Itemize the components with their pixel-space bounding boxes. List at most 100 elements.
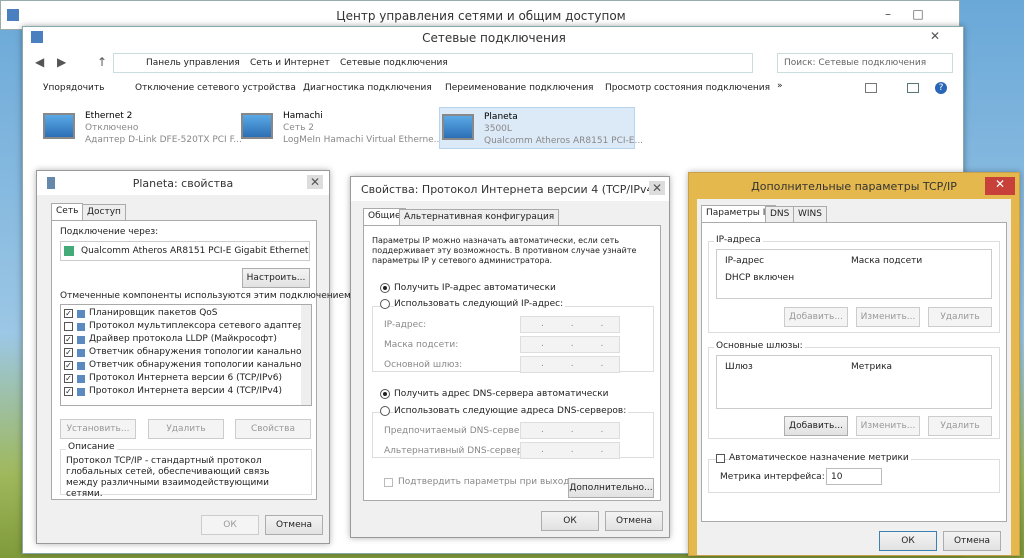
edit-ip-button[interactable]: Изменить...	[856, 307, 920, 327]
component-checkbox[interactable]: ✓	[64, 335, 73, 344]
tab-panel: Подключение через: Qualcomm Atheros AR81…	[51, 220, 354, 500]
close-icon[interactable]: ✕	[649, 181, 665, 195]
component-label: Протокол мультиплексора сетевого адаптер…	[89, 321, 312, 331]
edit-gateway-button[interactable]: Изменить...	[856, 416, 920, 436]
ok-button[interactable]: ОК	[201, 515, 259, 535]
ok-button[interactable]: ОК	[541, 511, 599, 531]
cancel-button[interactable]: Отмена	[943, 531, 1001, 551]
cancel-button[interactable]: Отмена	[605, 511, 663, 531]
add-ip-button[interactable]: Добавить...	[784, 307, 848, 327]
col-gateway: Шлюз	[725, 362, 753, 372]
preferred-dns-field[interactable]: . . .	[520, 422, 620, 439]
search-input[interactable]: Поиск: Сетевые подключения	[777, 53, 953, 73]
connect-via-label: Подключение через:	[60, 227, 159, 237]
more-button[interactable]: »	[777, 81, 783, 91]
add-gateway-button[interactable]: Добавить...	[784, 416, 848, 436]
gateway-field[interactable]: . . .	[520, 356, 620, 373]
ip-address-list[interactable]: IP-адрес Маска подсети DHCP включен	[716, 249, 992, 299]
component-label: Ответчик обнаружения топологии канальног…	[89, 360, 312, 370]
component-item[interactable]: ✓ Ответчик обнаружения топологии канально…	[61, 346, 311, 359]
connection-device: LogMeIn Hamachi Virtual Etherne...	[283, 135, 443, 145]
tab-panel: Параметры IP можно назначать автоматичес…	[363, 225, 661, 501]
components-list[interactable]: ✓ Планировщик пакетов QoS Протокол мультип…	[60, 304, 312, 406]
component-item[interactable]: ✓ Протокол Интернета версии 6 (TCP/IPv6)	[61, 372, 299, 385]
preview-pane-icon[interactable]	[907, 83, 919, 93]
status-button[interactable]: Просмотр состояния подключения	[605, 83, 770, 93]
close-icon[interactable]: ✕	[927, 29, 943, 43]
back-window-title: Центр управления сетями и общим доступом	[336, 9, 626, 23]
rename-button[interactable]: Переименование подключения	[445, 83, 593, 93]
properties-dialog: Planeta: свойства ✕ Сеть Доступ Подключе…	[36, 170, 354, 544]
component-checkbox[interactable]: ✓	[64, 374, 73, 383]
tab-wins[interactable]: WINS	[793, 206, 827, 222]
advanced-button[interactable]: Дополнительно...	[568, 478, 654, 498]
tab-network[interactable]: Сеть	[51, 203, 84, 221]
connection-item-selected[interactable]: Planeta 3500L Qualcomm Atheros AR8151 PC…	[439, 107, 643, 149]
component-label: Драйвер протокола LLDP (Майкрософт)	[89, 334, 277, 344]
forward-arrow-icon[interactable]: ▶	[57, 55, 66, 69]
component-icon	[77, 349, 85, 357]
connection-item[interactable]: Hamachi Сеть 2 LogMeIn Hamachi Virtual E…	[241, 109, 443, 149]
component-checkbox[interactable]: ✓	[64, 361, 73, 370]
alternate-dns-field[interactable]: . . .	[520, 442, 620, 459]
tab-dns[interactable]: DNS	[765, 206, 795, 222]
breadcrumb-network[interactable]: Сеть и Интернет	[250, 58, 330, 68]
dhcp-enabled-row[interactable]: DHCP включен	[725, 273, 794, 283]
install-button[interactable]: Установить...	[60, 419, 136, 439]
close-icon[interactable]: ✕	[307, 175, 323, 189]
col-metric: Метрика	[851, 362, 893, 372]
back-arrow-icon[interactable]: ◀	[35, 55, 44, 69]
preferred-dns-label: Предпочитаемый DNS-сервер:	[384, 426, 529, 436]
component-item[interactable]: ✓ Протокол Интернета версии 4 (TCP/IPv4)	[61, 385, 299, 398]
properties-button[interactable]: Свойства	[235, 419, 311, 439]
remove-ip-button[interactable]: Удалить	[928, 307, 992, 327]
tab-alternate[interactable]: Альтернативная конфигурация	[399, 209, 560, 225]
col-ip-address: IP-адрес	[725, 256, 765, 266]
disconnect-button[interactable]: Отключение сетевого устройства	[135, 83, 296, 93]
address-bar[interactable]: Панель управления Сеть и Интернет Сетевы…	[113, 53, 753, 73]
minimize-button[interactable]: –	[881, 7, 895, 21]
component-icon	[77, 375, 85, 383]
component-checkbox[interactable]	[64, 322, 73, 331]
component-icon	[77, 362, 85, 370]
ok-button[interactable]: ОК	[879, 531, 937, 551]
component-item[interactable]: ✓ Драйвер протокола LLDP (Майкрософт)	[61, 333, 299, 346]
component-checkbox[interactable]: ✓	[64, 387, 73, 396]
remove-gateway-button[interactable]: Удалить	[928, 416, 992, 436]
auto-dns-label: Получить адрес DNS-сервера автоматически	[394, 389, 609, 399]
up-arrow-icon[interactable]: ↑	[97, 55, 107, 69]
organize-menu[interactable]: Упорядочить	[43, 83, 104, 93]
component-checkbox[interactable]: ✓	[64, 309, 73, 318]
component-item[interactable]: ✓ Планировщик пакетов QoS	[61, 307, 299, 320]
component-checkbox[interactable]: ✓	[64, 348, 73, 357]
gateway-list[interactable]: Шлюз Метрика	[716, 355, 992, 409]
manual-ip-radio[interactable]	[380, 299, 390, 309]
remove-button[interactable]: Удалить	[148, 419, 224, 439]
component-item[interactable]: Протокол мультиплексора сетевого адаптер…	[61, 320, 311, 333]
scrollbar[interactable]	[301, 305, 311, 405]
subnet-mask-field[interactable]: . . .	[520, 336, 620, 353]
breadcrumb-connections[interactable]: Сетевые подключения	[340, 58, 448, 68]
auto-dns-radio[interactable]	[380, 389, 390, 399]
tab-access[interactable]: Доступ	[82, 204, 126, 220]
help-icon[interactable]: ?	[935, 82, 947, 94]
diagnose-button[interactable]: Диагностика подключения	[303, 83, 432, 93]
manual-dns-radio[interactable]	[380, 406, 390, 416]
validate-checkbox[interactable]	[384, 478, 393, 487]
component-label: Ответчик обнаружения топологии канальног…	[89, 347, 312, 357]
interface-metric-field[interactable]: 10	[826, 468, 882, 485]
breadcrumb-control-panel[interactable]: Панель управления	[146, 58, 240, 68]
ip-address-field[interactable]: . . .	[520, 316, 620, 333]
maximize-button[interactable]: □	[911, 7, 925, 21]
connection-name: Planeta	[484, 112, 518, 122]
component-item[interactable]: ✓ Ответчик обнаружения топологии канально…	[61, 359, 311, 372]
configure-button[interactable]: Настроить...	[242, 268, 310, 288]
view-icon[interactable]	[865, 83, 877, 93]
connection-item[interactable]: Ethernet 2 Отключено Адаптер D-Link DFE-…	[43, 109, 243, 149]
description-title: Описание	[66, 442, 117, 452]
cancel-button[interactable]: Отмена	[265, 515, 323, 535]
auto-metric-checkbox[interactable]	[716, 454, 725, 463]
auto-ip-radio[interactable]	[380, 283, 390, 293]
connection-device: Адаптер D-Link DFE-520TX PCI F...	[85, 135, 242, 145]
close-icon[interactable]: ✕	[985, 177, 1015, 195]
